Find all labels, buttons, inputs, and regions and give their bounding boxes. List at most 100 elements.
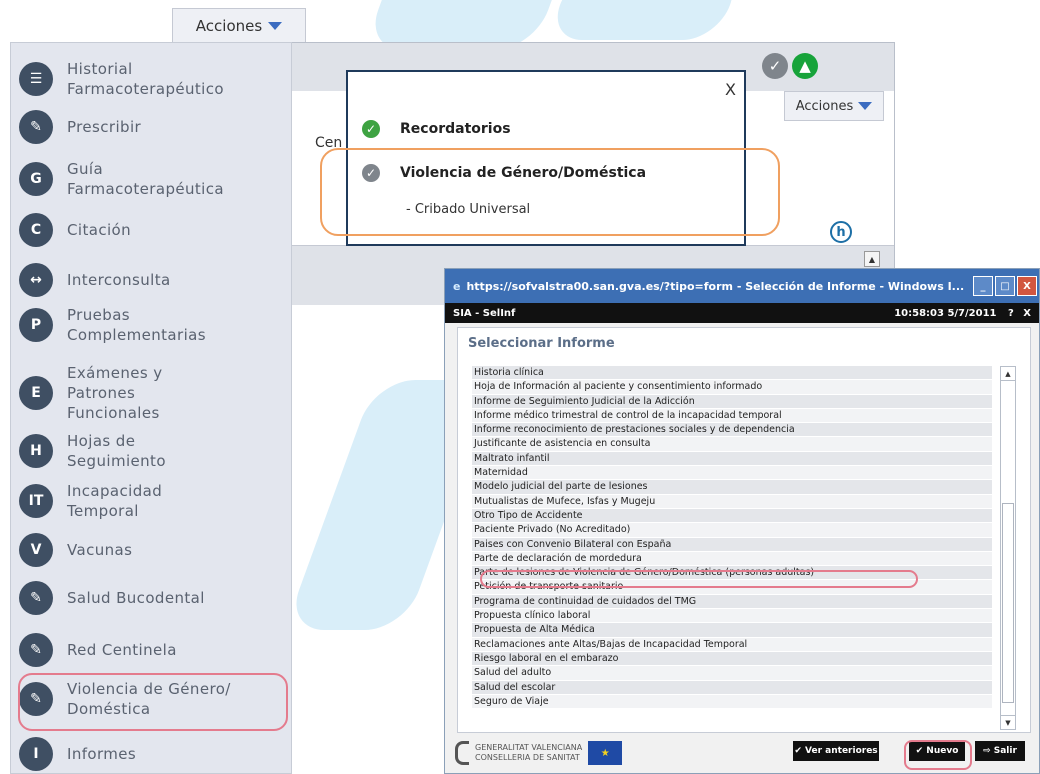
- logo-text-line: CONSELLERIA DE SANITAT: [475, 753, 580, 762]
- reminder-row[interactable]: ✓ Recordatorios: [362, 120, 511, 138]
- close-icon[interactable]: X: [1023, 308, 1031, 319]
- sidebar-item-label: Prescribir: [67, 117, 141, 137]
- list-item[interactable]: Modelo judicial del parte de lesiones: [472, 480, 992, 495]
- list-item[interactable]: Informe médico trimestral de control de …: [472, 408, 992, 424]
- list-item[interactable]: Informe de Seguimiento Judicial de la Ad…: [472, 394, 992, 409]
- sidebar-item-label-line: Complementarias: [67, 326, 206, 344]
- list-item[interactable]: Maternidad: [472, 466, 992, 481]
- scroll-up-arrow[interactable]: ▲: [864, 251, 880, 267]
- list-item[interactable]: Salud del escolar: [472, 680, 992, 695]
- list-item[interactable]: Propuesta clínico laboral: [472, 609, 992, 624]
- eu-flag-icon: ★: [588, 741, 623, 765]
- logo-text-line: GENERALITAT VALENCIANA: [475, 743, 583, 752]
- tests-icon: P: [19, 308, 53, 342]
- watermark-shape: [547, 0, 743, 40]
- sidebar-item-label-line: Farmacoterapéutico: [67, 80, 224, 98]
- chevron-down-icon: [858, 102, 873, 110]
- list-item[interactable]: Reclamaciones ante Altas/Bajas de Incapa…: [472, 637, 992, 652]
- close-button[interactable]: X: [1017, 276, 1037, 296]
- temporary-disability-icon: IT: [19, 484, 53, 518]
- list-item[interactable]: Paises con Convenio Bilateral con España: [472, 537, 992, 552]
- annotation-highlight: [904, 740, 972, 770]
- list-item[interactable]: Justificante de asistencia en consulta: [472, 437, 992, 452]
- sidebar-item[interactable]: G Guía Farmacoterapéutica: [19, 159, 289, 199]
- sidebar-item[interactable]: H Hojas de Seguimiento: [19, 431, 289, 471]
- sidebar-item[interactable]: ☰ Historial Farmacoterapéutico: [19, 59, 289, 99]
- followup-icon: H: [19, 434, 53, 468]
- report-list: Historia clínica Hoja de Información al p…: [472, 366, 992, 730]
- sidebar-item[interactable]: I Informes: [19, 737, 289, 771]
- top-acciones-menu[interactable]: Acciones: [172, 8, 306, 42]
- window-body: Seleccionar Informe Historia clínica Hoja…: [457, 327, 1031, 733]
- list-item[interactable]: Hoja de Información al paciente y consen…: [472, 380, 992, 395]
- sidebar-item-label: Vacunas: [67, 540, 132, 560]
- minimize-button[interactable]: _: [973, 276, 993, 296]
- list-item[interactable]: Paciente Privado (No Acreditado): [472, 523, 992, 538]
- list-item[interactable]: Propuesta de Alta Médica: [472, 623, 992, 638]
- oral-health-icon: ✎: [19, 581, 53, 615]
- scroll-thumb[interactable]: [1002, 503, 1014, 703]
- sidebar-item-label: Informes: [67, 744, 136, 764]
- list-item[interactable]: Seguro de Viaje: [472, 694, 992, 710]
- check-icon: ✓: [362, 120, 380, 138]
- scroll-down-arrow[interactable]: ▼: [1001, 715, 1015, 729]
- prescription-icon: ✎: [19, 110, 53, 144]
- annotation-highlight: [320, 148, 780, 236]
- sidebar-item-label-line: Temporal: [67, 502, 139, 520]
- sidebar-item-label-line: Interconsulta: [67, 271, 171, 289]
- chevron-down-icon: [268, 21, 283, 30]
- sidebar-item-label-line: Incapacidad: [67, 482, 163, 500]
- ver-anteriores-button[interactable]: ✔ Ver anteriores: [793, 741, 879, 761]
- sidebar-item[interactable]: P Pruebas Complementarias: [19, 305, 289, 345]
- sidebar-item[interactable]: ↔ Interconsulta: [19, 263, 289, 297]
- sidebar-item-label: Exámenes y Patrones Funcionales: [67, 363, 163, 423]
- sidebar-item-label: Interconsulta: [67, 270, 171, 290]
- scroll-up-arrow[interactable]: ▲: [1001, 367, 1015, 381]
- sidebar-item-label-line: Patrones: [67, 384, 136, 402]
- sidebar-item[interactable]: V Vacunas: [19, 533, 289, 567]
- list-item[interactable]: Otro Tipo de Accidente: [472, 508, 992, 524]
- annotation-highlight: [18, 673, 288, 731]
- list-item[interactable]: Mutualistas de Mufece, Isfas y Mugeju: [472, 494, 992, 509]
- list-item[interactable]: Historia clínica: [472, 366, 992, 381]
- help-icon[interactable]: ?: [1008, 308, 1014, 319]
- sidebar-item-label: Citación: [67, 220, 131, 240]
- recordatorios-label: Recordatorios: [400, 121, 511, 137]
- reports-icon: I: [19, 737, 53, 771]
- timestamp: 10:58:03 5/7/2011: [894, 307, 997, 319]
- list-item[interactable]: Informe reconocimiento de prestaciones s…: [472, 423, 992, 438]
- sidebar-item-label-line: Exámenes y: [67, 364, 163, 382]
- sidebar-item-label-line: Citación: [67, 221, 132, 239]
- sentinel-network-icon: ✎: [19, 633, 53, 667]
- sidebar-item[interactable]: ✎ Prescribir: [19, 110, 289, 144]
- report-selection-window: e https://sofvalstra00.san.gva.es/?tipo=…: [444, 268, 1040, 774]
- sidebar-item[interactable]: E Exámenes y Patrones Funcionales: [19, 363, 289, 423]
- close-icon[interactable]: X: [725, 80, 736, 99]
- sidebar-item-label-line: Salud Bucodental: [67, 589, 205, 607]
- list-item[interactable]: Maltrato infantil: [472, 451, 992, 467]
- sidebar-item[interactable]: ✎ Salud Bucodental: [19, 581, 289, 615]
- sidebar-item[interactable]: IT Incapacidad Temporal: [19, 481, 289, 521]
- sidebar-item[interactable]: ✎ Red Centinela: [19, 633, 289, 667]
- sidebar-item[interactable]: C Citación: [19, 213, 289, 247]
- alert-triangle-icon[interactable]: ▲: [792, 53, 818, 79]
- list-item[interactable]: Parte de declaración de mordedura: [472, 551, 992, 567]
- window-title: https://sofvalstra00.san.gva.es/?tipo=fo…: [466, 279, 965, 293]
- help-icon[interactable]: h: [830, 221, 852, 243]
- sidebar-item-label-line: Red Centinela: [67, 641, 177, 659]
- maximize-button[interactable]: □: [995, 276, 1015, 296]
- salir-button[interactable]: ⇨ Salir: [975, 741, 1025, 761]
- guide-icon: G: [19, 162, 53, 196]
- sidebar-item-label: Historial Farmacoterapéutico: [67, 59, 224, 99]
- sidebar-item-label-line: Informes: [67, 745, 137, 763]
- logo-text: GENERALITAT VALENCIANA CONSELLERIA DE SA…: [475, 743, 582, 763]
- list-item[interactable]: Riesgo laboral en el embarazo: [472, 651, 992, 667]
- list-item[interactable]: Salud del adulto: [472, 666, 992, 681]
- panel-acciones-button[interactable]: Acciones: [784, 91, 884, 121]
- status-right: 10:58:03 5/7/2011 ? X: [894, 308, 1031, 319]
- sidebar-item-label: Guía Farmacoterapéutica: [67, 159, 224, 199]
- sidebar-item-label-line: Historial: [67, 60, 133, 78]
- pending-check-icon[interactable]: ✓: [762, 53, 788, 79]
- list-scrollbar[interactable]: ▲ ▼: [1000, 366, 1016, 730]
- list-item[interactable]: Programa de continuidad de cuidados del …: [472, 594, 992, 610]
